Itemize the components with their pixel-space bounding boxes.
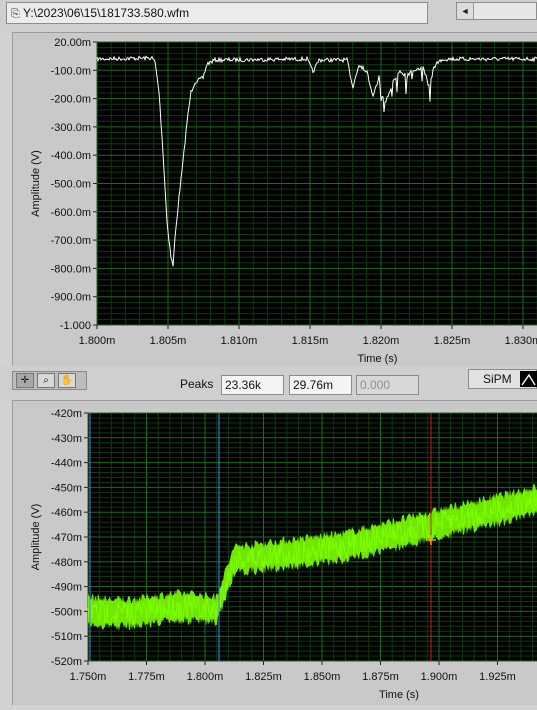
y-tick-label: -450m: [51, 482, 82, 494]
pan-hand-icon[interactable]: ✋: [58, 373, 76, 388]
x-tick-label: 1.800m: [79, 335, 116, 347]
scroll-left-arrow-icon[interactable]: ◄: [457, 3, 474, 19]
x-tick-label: 1.850m: [304, 671, 341, 683]
y-tick-label: -500.0m: [51, 179, 91, 191]
y-tick-label: -1.000: [60, 320, 91, 332]
x-axis-label: Time (s): [379, 689, 419, 701]
x-axis-label: Time (s): [358, 353, 398, 365]
x-tick-label: 1.825m: [434, 335, 471, 347]
x-tick-label: 1.815m: [292, 335, 329, 347]
y-tick-label: -520m: [51, 656, 82, 668]
y-axis-label: Amplitude (V): [30, 150, 42, 217]
zoom-icon[interactable]: ⌕: [37, 373, 55, 388]
y-tick-label: -500m: [51, 606, 82, 618]
y-tick-label: -200.0m: [51, 94, 91, 106]
y-tick-label: -800.0m: [51, 263, 91, 275]
y-tick-label: 20.00m: [54, 37, 91, 49]
bottom-graph-panel: -420m -430m -440m -450m -460m -470m -480m -490m…: [12, 400, 537, 705]
x-tick-label: 1.800m: [187, 671, 224, 683]
x-tick-label: 1.820m: [363, 335, 400, 347]
y-tick-label: -600.0m: [51, 207, 91, 219]
graph-palette: ✛ ⌕ ✋: [12, 371, 87, 390]
y-tick-label: -480m: [51, 557, 82, 569]
x-tick-label: 1.875m: [362, 671, 399, 683]
x-tick-label: 1.825m: [245, 671, 282, 683]
cursor-move-icon[interactable]: ✛: [16, 373, 34, 388]
y-axis-label: Amplitude (V): [30, 504, 42, 571]
horizontal-scrollbar[interactable]: ◄: [456, 2, 537, 20]
file-path-text: Y:\2023\06\15\181733.580.wfm: [23, 6, 190, 20]
y-tick-label: -460m: [51, 507, 82, 519]
y-tick-label: -440m: [51, 458, 82, 470]
peak-value-2[interactable]: 29.76m: [289, 375, 352, 395]
channel-label: SiPM: [483, 372, 512, 386]
top-graph-panel: 20.00m -100.0m -200.0m -300.0m -400.0m -500.0…: [12, 32, 537, 367]
top-waveform-graph[interactable]: 20.00m -100.0m -200.0m -300.0m -400.0m -500.0…: [13, 33, 537, 367]
y-tick-label: -430m: [51, 433, 82, 445]
y-tick-label: -100.0m: [51, 65, 91, 77]
y-tick-label: -470m: [51, 532, 82, 544]
peak-value-3: 0.000: [356, 375, 419, 395]
y-tick-label: -900.0m: [51, 292, 91, 304]
peaks-label: Peaks: [180, 377, 214, 391]
file-path-field[interactable]: ⎘ Y:\2023\06\15\181733.580.wfm: [6, 2, 428, 24]
y-tick-label: -300.0m: [51, 122, 91, 134]
y-tick-label: -510m: [51, 631, 82, 643]
x-tick-label: 1.830m: [505, 335, 537, 347]
bottom-waveform-graph[interactable]: -420m -430m -440m -450m -460m -470m -480m -490m…: [13, 401, 537, 705]
file-path-icon: ⎘: [11, 8, 20, 20]
plot-legend-swatch: [520, 371, 537, 387]
channel-selector[interactable]: SiPM: [468, 369, 537, 389]
x-tick-label: 1.805m: [150, 335, 187, 347]
x-tick-label: 1.810m: [221, 335, 258, 347]
y-tick-label: -420m: [51, 408, 82, 420]
file-path-bar: ⎘ Y:\2023\06\15\181733.580.wfm ◄: [0, 0, 537, 32]
x-tick-label: 1.900m: [421, 671, 458, 683]
y-tick-label: -400.0m: [51, 150, 91, 162]
x-tick-label: 1.750m: [70, 671, 107, 683]
y-tick-label: -490m: [51, 582, 82, 594]
y-tick-label: -700.0m: [51, 235, 91, 247]
peak-value-1[interactable]: 23.36k: [221, 375, 284, 395]
x-tick-label: 1.775m: [128, 671, 165, 683]
x-tick-label: 1.925m: [479, 671, 516, 683]
